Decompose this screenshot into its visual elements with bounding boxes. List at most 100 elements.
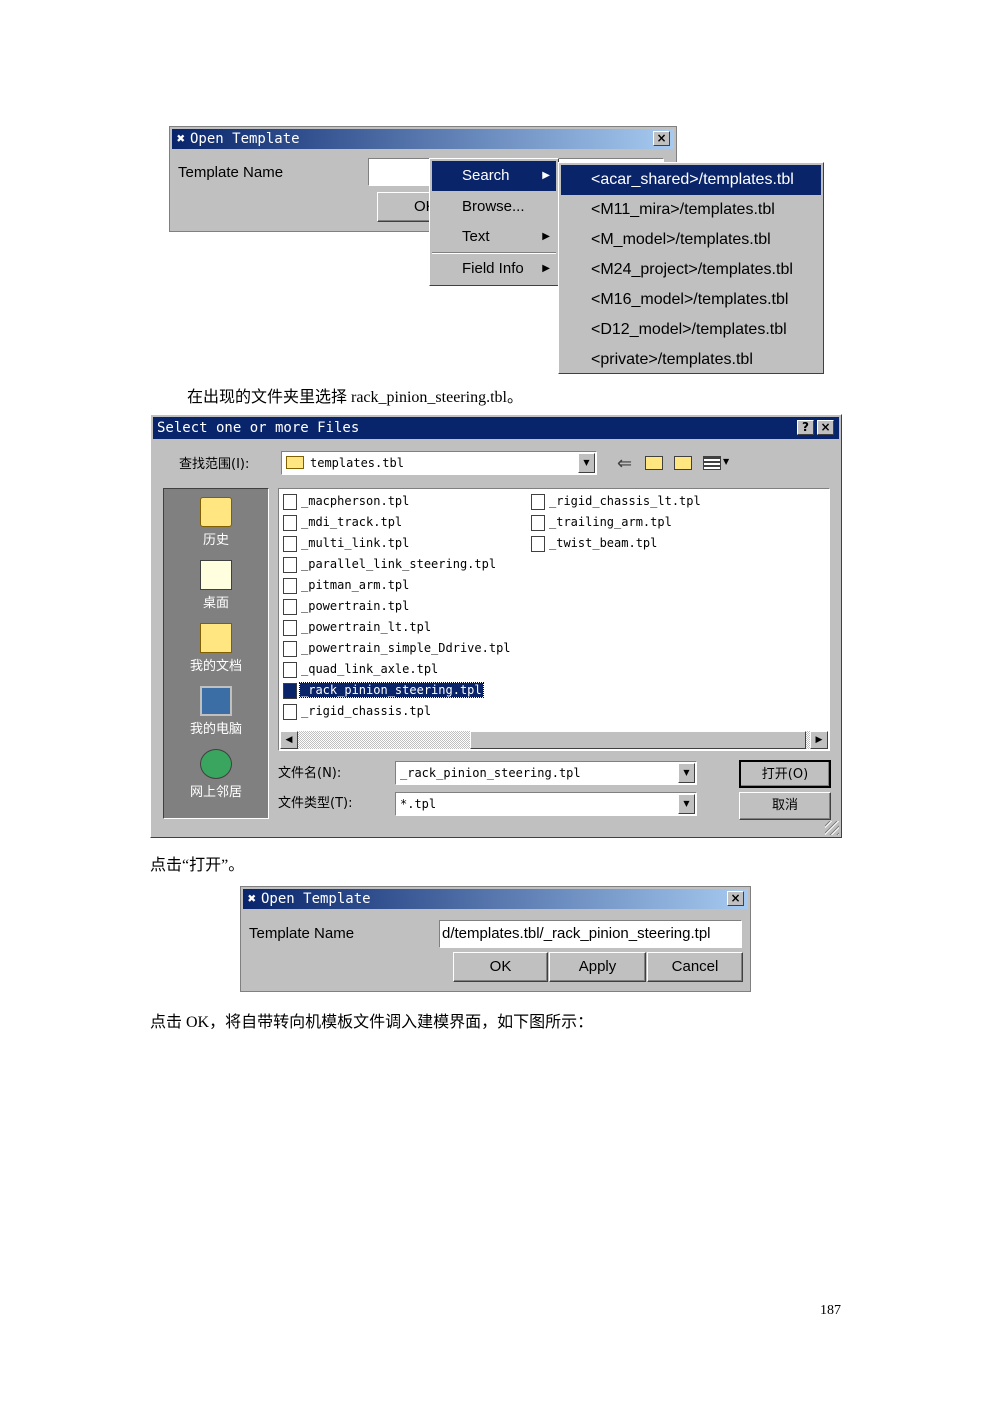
chevron-down-icon[interactable]: ▼	[723, 457, 729, 466]
caption-select-file: 在出现的文件夹里选择 rack_pinion_steering.tbl。	[187, 389, 523, 406]
dialog1-title: Open Template	[190, 131, 300, 147]
file-dialog-titlebar[interactable]: Select one or more Files	[153, 417, 839, 439]
dialog2-title: Open Template	[261, 891, 371, 907]
page-number: 187	[820, 1303, 841, 1318]
open-template-dialog-2: ✖ Open Template × Template Name d/templat…	[240, 886, 751, 992]
chevron-right-icon: ▶	[542, 231, 550, 242]
history-icon	[200, 497, 232, 527]
scroll-thumb[interactable]	[470, 731, 806, 749]
list-item[interactable]: _parallel_link_steering.tpl	[283, 554, 497, 574]
view-menu-icon[interactable]	[703, 456, 721, 470]
cancel-button[interactable]: 取消	[739, 792, 831, 820]
list-item[interactable]: _powertrain_simple_Ddrive.tpl	[283, 638, 512, 658]
open-button[interactable]: 打开(O)	[739, 760, 831, 788]
list-item-selected[interactable]: _rack_pinion_steering.tpl	[283, 680, 484, 700]
dialog2-titlebar[interactable]: ✖ Open Template	[243, 889, 748, 909]
file-icon	[283, 577, 297, 594]
file-icon	[531, 514, 545, 531]
submenu-item[interactable]: <M11_mira>/templates.tbl	[561, 195, 821, 225]
file-dialog: Select one or more Files ? × 查找范围(I): te…	[150, 414, 842, 838]
place-desktop[interactable]: 桌面	[164, 560, 268, 611]
my-computer-icon	[200, 686, 232, 716]
look-in-combo[interactable]: templates.tbl ▼	[281, 451, 597, 475]
file-icon	[283, 661, 297, 678]
list-item[interactable]: _rigid_chassis_lt.tpl	[531, 491, 702, 511]
file-icon	[283, 640, 297, 657]
submenu-item[interactable]: <M24_project>/templates.tbl	[561, 255, 821, 285]
app-logo-icon: ✖	[247, 891, 257, 907]
up-folder-icon[interactable]	[645, 456, 663, 470]
list-item[interactable]: _macpherson.tpl	[283, 491, 410, 511]
search-submenu: <acar_shared>/templates.tbl <M11_mira>/t…	[558, 162, 824, 374]
desktop-icon	[200, 560, 232, 590]
horizontal-scrollbar[interactable]: ◀ ▶	[280, 731, 828, 749]
place-my-computer[interactable]: 我的电脑	[164, 686, 268, 737]
chevron-down-icon[interactable]: ▼	[578, 453, 595, 473]
list-item[interactable]: _twist_beam.tpl	[531, 533, 658, 553]
template-name-label: Template Name	[249, 925, 355, 942]
places-bar: 历史 桌面 我的文档 我的电脑 网上邻居	[163, 488, 269, 819]
list-item[interactable]: _powertrain.tpl	[283, 596, 410, 616]
network-icon	[200, 749, 232, 779]
file-icon	[283, 682, 297, 699]
list-item[interactable]: _pitman_arm.tpl	[283, 575, 410, 595]
cancel-button[interactable]: Cancel	[647, 952, 743, 982]
scroll-right-icon[interactable]: ▶	[810, 731, 828, 749]
submenu-item[interactable]: <M16_model>/templates.tbl	[561, 285, 821, 315]
chevron-down-icon[interactable]: ▼	[678, 763, 695, 783]
file-dialog-title: Select one or more Files	[157, 420, 360, 436]
list-item[interactable]: _powertrain_lt.tpl	[283, 617, 432, 637]
file-icon	[283, 493, 297, 510]
chevron-down-icon[interactable]: ▼	[678, 794, 695, 814]
submenu-item[interactable]: <acar_shared>/templates.tbl	[561, 165, 821, 195]
back-arrow-icon[interactable]: ⇐	[617, 453, 632, 474]
file-icon	[283, 598, 297, 615]
menu-item-browse[interactable]: Browse...	[432, 192, 556, 222]
template-name-input[interactable]: d/templates.tbl/_rack_pinion_steering.tp…	[439, 920, 742, 948]
ok-button[interactable]: OK	[453, 952, 548, 982]
file-icon	[283, 556, 297, 573]
file-icon	[531, 535, 545, 552]
my-documents-icon	[200, 623, 232, 653]
place-history[interactable]: 历史	[164, 497, 268, 548]
help-icon[interactable]: ?	[797, 420, 814, 435]
filename-input[interactable]: _rack_pinion_steering.tpl ▼	[395, 761, 697, 785]
app-logo-icon: ✖	[176, 131, 186, 147]
file-icon	[283, 514, 297, 531]
context-menu: Search ▶ Browse... Text ▶ Field Info ▶	[429, 158, 559, 286]
list-item[interactable]: _trailing_arm.tpl	[531, 512, 673, 532]
list-item[interactable]: _rigid_chassis.tpl	[283, 701, 432, 721]
file-icon	[531, 493, 545, 510]
folder-icon	[286, 456, 304, 469]
caption-click-ok: 点击 OK，将自带转向机模板文件调入建模界面，如下图所示：	[150, 1014, 594, 1031]
look-in-value: templates.tbl	[310, 456, 404, 470]
menu-item-text[interactable]: Text ▶	[432, 222, 556, 252]
submenu-item[interactable]: <private>/templates.tbl	[561, 345, 821, 375]
list-item[interactable]: _mdi_track.tpl	[283, 512, 403, 532]
menu-item-search[interactable]: Search ▶	[432, 161, 556, 191]
caption-click-open: 点击“打开”。	[150, 857, 245, 874]
submenu-item[interactable]: <M_model>/templates.tbl	[561, 225, 821, 255]
resize-grip-icon[interactable]	[825, 821, 839, 835]
place-my-documents[interactable]: 我的文档	[164, 623, 268, 674]
new-folder-icon[interactable]	[674, 456, 692, 470]
apply-button[interactable]: Apply	[549, 952, 646, 982]
submenu-item[interactable]: <D12_model>/templates.tbl	[561, 315, 821, 345]
filetype-select[interactable]: *.tpl ▼	[395, 792, 697, 816]
close-icon[interactable]: ×	[653, 131, 670, 146]
place-network[interactable]: 网上邻居	[164, 749, 268, 800]
close-icon[interactable]: ×	[727, 891, 744, 906]
chevron-right-icon: ▶	[542, 170, 550, 181]
close-icon[interactable]: ×	[817, 420, 834, 435]
dialog1-titlebar[interactable]: ✖ Open Template	[172, 129, 674, 149]
file-icon	[283, 619, 297, 636]
file-list[interactable]: _macpherson.tpl _mdi_track.tpl _multi_li…	[278, 488, 830, 751]
file-icon	[283, 535, 297, 552]
list-item[interactable]: _multi_link.tpl	[283, 533, 410, 553]
look-in-label: 查找范围(I):	[179, 457, 250, 472]
menu-item-field-info[interactable]: Field Info ▶	[432, 254, 556, 284]
template-name-label: Template Name	[178, 164, 284, 181]
filename-label: 文件名(N):	[278, 766, 342, 781]
list-item[interactable]: _quad_link_axle.tpl	[283, 659, 439, 679]
scroll-left-icon[interactable]: ◀	[280, 731, 298, 749]
